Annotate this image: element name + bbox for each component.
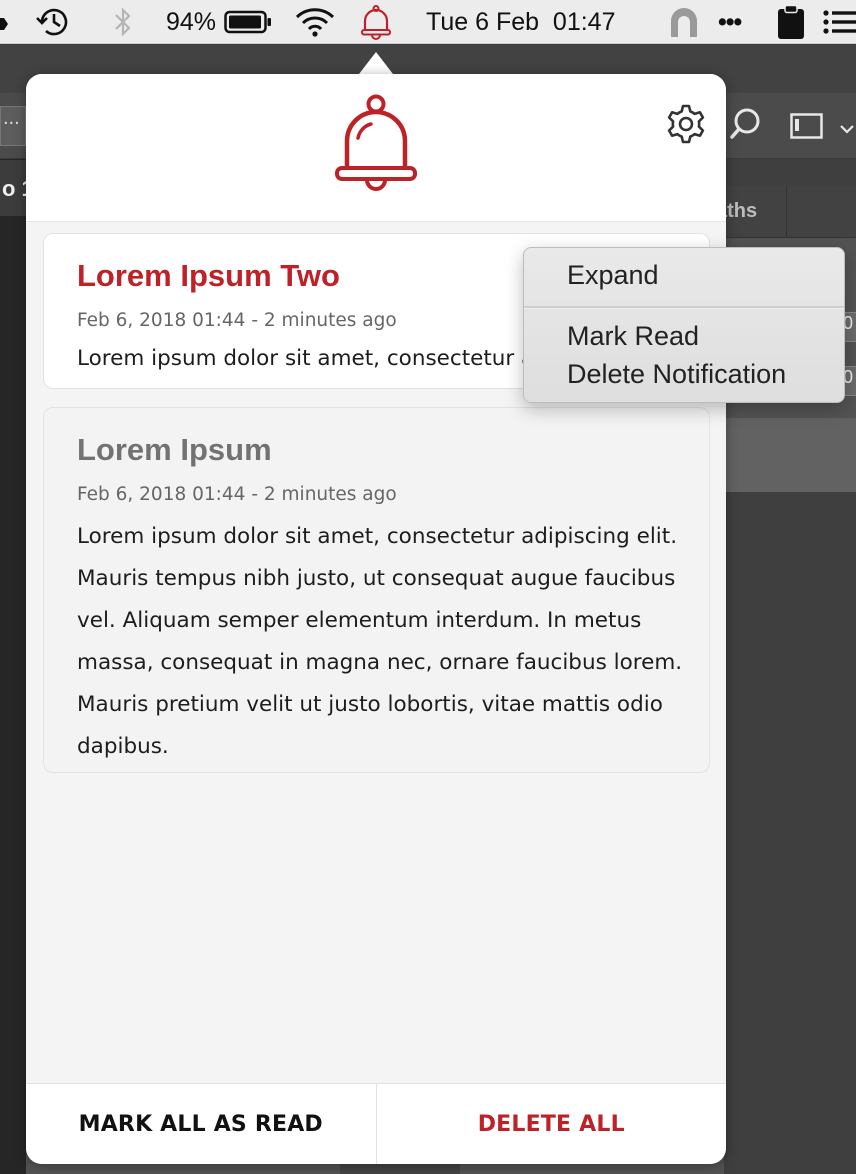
popover-footer: MARK ALL AS READ DELETE ALL (26, 1083, 726, 1164)
background-left-canvas (0, 159, 26, 1174)
more-menu-icon[interactable]: ••• (718, 0, 742, 44)
context-menu: Expand Mark Read Delete Notification (523, 247, 845, 403)
battery-percent[interactable]: 94% (166, 0, 216, 44)
background-panel-block (724, 418, 856, 492)
popover-arrow (359, 52, 393, 74)
bluetooth-icon[interactable] (112, 0, 134, 44)
background-panel-tab-divider (786, 186, 787, 238)
background-document-tab[interactable]: o 1( (0, 160, 26, 216)
context-menu-delete-notification[interactable]: Delete Notification (567, 359, 786, 390)
context-menu-separator (524, 306, 844, 309)
battery-icon[interactable] (224, 0, 272, 44)
notification-timestamp: Feb 6, 2018 01:44 - 2 minutes ago (77, 484, 397, 505)
archive-arch-icon[interactable] (667, 0, 701, 44)
chevron-down-icon[interactable] (840, 121, 854, 139)
popover-header (26, 74, 726, 222)
notification-title: Lorem Ipsum Two (77, 258, 340, 293)
notification-body: Lorem ipsum dolor sit amet, consectetur … (77, 524, 683, 759)
notification-card-read[interactable]: Lorem Ipsum Feb 6, 2018 01:44 - 2 minute… (43, 407, 710, 773)
background-toolbar-field[interactable]: ... (0, 106, 26, 146)
notification-body: Lorem ipsum dolor sit amet, consectetur … (77, 346, 537, 371)
bell-logo-icon (333, 94, 419, 199)
menu-bar: 94% Tue 6 Feb 01:47 ••• (0, 0, 856, 44)
background-toolbar-field-text: ... (3, 107, 20, 129)
mark-all-read-button[interactable]: MARK ALL AS READ (26, 1084, 377, 1164)
app-menu-icon[interactable] (0, 0, 10, 44)
notification-bell-icon[interactable] (359, 0, 393, 44)
notification-title: Lorem Ipsum (77, 432, 272, 467)
notification-timestamp: Feb 6, 2018 01:44 - 2 minutes ago (77, 310, 397, 331)
time-machine-icon[interactable] (34, 0, 72, 44)
notification-popover: Lorem Ipsum Two Feb 6, 2018 01:44 - 2 mi… (26, 74, 726, 1164)
menu-clock[interactable]: Tue 6 Feb 01:47 (426, 0, 615, 44)
context-menu-expand[interactable]: Expand (567, 260, 659, 291)
panel-layout-icon[interactable] (790, 113, 824, 144)
list-menu-icon[interactable] (822, 0, 856, 44)
background-document-tab-label: o 1( (2, 176, 26, 201)
clipboard-icon[interactable] (776, 0, 806, 44)
gear-icon[interactable] (664, 102, 708, 151)
wifi-icon[interactable] (294, 0, 336, 44)
search-icon[interactable] (730, 107, 762, 146)
delete-all-button[interactable]: DELETE ALL (377, 1084, 727, 1164)
context-menu-mark-read[interactable]: Mark Read (567, 321, 699, 352)
